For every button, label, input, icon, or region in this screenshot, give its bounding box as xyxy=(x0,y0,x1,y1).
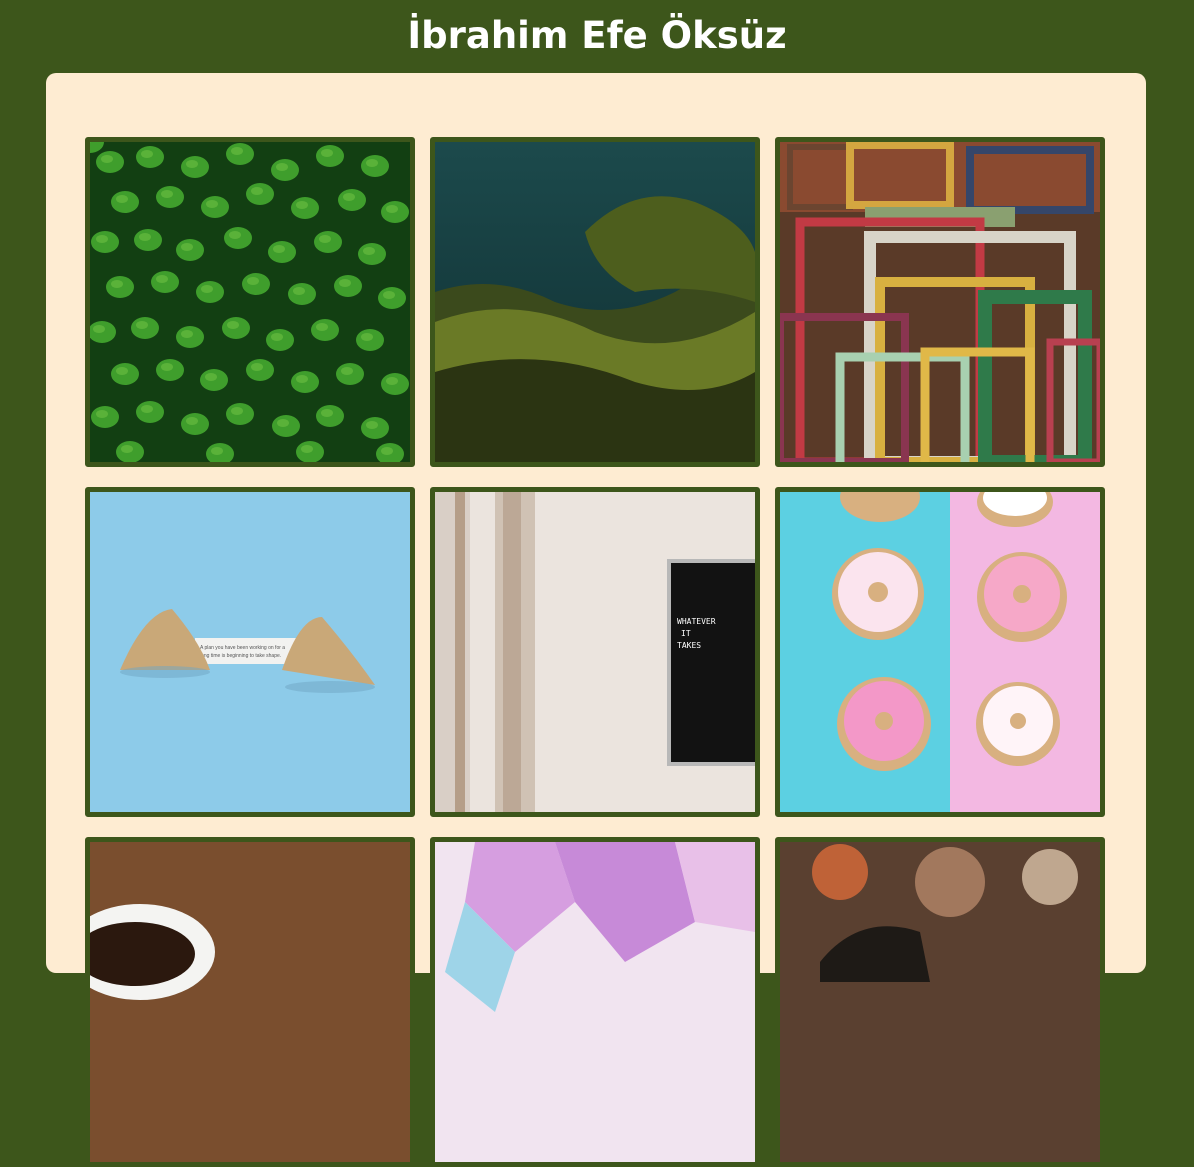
fortune-text-line-1: A plan you have been working on for a xyxy=(200,645,285,651)
fortune-text-line-2: long time is beginning to take shape. xyxy=(200,653,281,659)
photo-green-leaves[interactable] xyxy=(85,137,415,467)
page-title: İbrahim Efe Öksüz xyxy=(407,14,787,57)
fortune-cookie-image: A plan you have been working on for a lo… xyxy=(90,492,410,812)
letter-board-line-3: TAKES xyxy=(677,641,701,650)
frames-image xyxy=(780,142,1100,462)
letter-board-image: WHATEVER IT TAKES xyxy=(435,492,755,812)
photo-donuts[interactable] xyxy=(775,487,1105,817)
letter-board-line-1: WHATEVER xyxy=(677,617,716,626)
bar-scene-image xyxy=(780,842,1100,1162)
donuts-image xyxy=(780,492,1100,812)
shrubs-image xyxy=(435,142,755,462)
letter-board-line-2: IT xyxy=(681,629,691,638)
coffee-image xyxy=(90,842,410,1162)
photo-coffee-beans[interactable] xyxy=(85,837,415,1167)
green-leaves-image xyxy=(90,142,410,462)
photo-bar-scene[interactable] xyxy=(775,837,1105,1167)
photo-letter-board[interactable]: WHATEVER IT TAKES xyxy=(430,487,760,817)
photo-grid: A plan you have been working on for a lo… xyxy=(85,137,1107,1167)
gallery-card: A plan you have been working on for a lo… xyxy=(46,73,1146,1167)
photo-fortune-cookie[interactable]: A plan you have been working on for a lo… xyxy=(85,487,415,817)
photo-shrubs-over-water[interactable] xyxy=(430,137,760,467)
photo-pink-crystals[interactable] xyxy=(430,837,760,1167)
crystals-image xyxy=(435,842,755,1162)
photo-picture-frames[interactable] xyxy=(775,137,1105,467)
